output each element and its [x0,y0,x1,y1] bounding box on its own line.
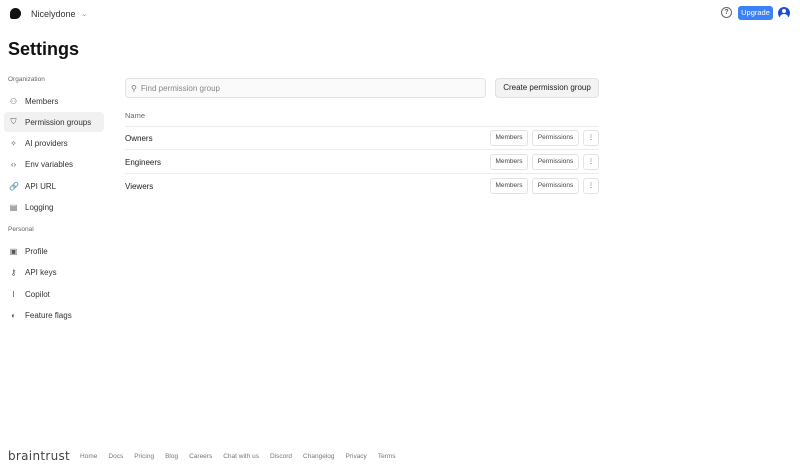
scroll-icon: ▤ [9,202,18,212]
group-name: Engineers [125,157,162,167]
more-options-icon[interactable]: ⋮ [583,154,599,170]
sidebar-item-api-keys[interactable]: ⚷ API keys [4,262,104,282]
footer-link-chat-with-us[interactable]: Chat with us [223,453,259,460]
search-field[interactable]: ⚲ [125,78,486,98]
sidebar-item-label: API keys [25,267,57,277]
footer-link-careers[interactable]: Careers [189,453,212,460]
group-name: Viewers [125,181,154,191]
user-square-icon: ▣ [9,246,18,256]
search-icon: ⚲ [131,83,137,93]
sidebar-item-label: API URL [25,181,57,191]
footer-link-home[interactable]: Home [80,453,97,460]
create-permission-group-button[interactable]: Create permission group [495,78,599,98]
members-button[interactable]: Members [490,178,528,194]
group-name: Owners [125,133,153,143]
sidebar-item-feature-flags[interactable]: ◐ Feature flags [4,305,104,325]
org-name: Nicelydone [31,8,76,19]
divider [125,149,599,150]
footer-link-pricing[interactable]: Pricing [134,453,154,460]
shield-check-icon: ⛉ [10,117,17,126]
footer-link-docs[interactable]: Docs [108,453,123,460]
org-switcher[interactable]: Nicelydone ⌄ [8,6,87,21]
help-icon[interactable]: ? [721,7,732,18]
text-cursor-icon: I [12,289,15,299]
sidebar-section-label: Organization [8,76,45,83]
permissions-button[interactable]: Permissions [532,130,579,146]
chevron-down-icon: ⌄ [81,10,88,18]
sidebar-item-label: Logging [25,202,54,212]
column-header-name: Name [125,111,146,120]
sidebar-item-label: Members [25,96,59,106]
sidebar-section-label: Personal [8,226,34,233]
upgrade-button[interactable]: Upgrade [738,6,773,20]
sidebar-item-env-variables[interactable]: ‹› Env variables [4,154,104,174]
members-button[interactable]: Members [490,130,528,146]
org-logo-icon [10,8,21,19]
divider [125,173,599,174]
divider [125,126,599,127]
table-row: Engineers Members Permissions ⋮ [125,153,599,171]
more-options-icon[interactable]: ⋮ [583,130,599,146]
more-options-icon[interactable]: ⋮ [583,178,599,194]
sidebar-item-label: Env variables [25,159,74,169]
footer-link-changelog[interactable]: Changelog [303,453,334,460]
members-button[interactable]: Members [490,154,528,170]
sidebar-item-label: Feature flags [25,310,72,320]
permissions-button[interactable]: Permissions [532,178,579,194]
sidebar-item-copilot[interactable]: I Copilot [4,284,104,304]
sidebar-item-permission-groups[interactable]: ⛉ Permission groups [4,112,104,132]
permissions-button[interactable]: Permissions [532,154,579,170]
sparkle-icon: ✧ [10,138,17,148]
key-icon: ⚷ [10,267,17,277]
code-icon: ‹› [10,159,17,169]
sidebar-item-logging[interactable]: ▤ Logging [4,197,104,217]
sidebar-item-label: Permission groups [25,117,92,127]
link-icon: 🔗 [9,181,19,191]
footer-logo[interactable]: braintrust [8,449,70,463]
sidebar-item-label: Profile [25,246,48,256]
sidebar-item-api-url[interactable]: 🔗 API URL [4,176,104,196]
table-row: Owners Members Permissions ⋮ [125,129,599,147]
toggle-icon: ◐ [11,310,16,320]
footer-link-terms[interactable]: Terms [378,453,396,460]
sidebar-item-members[interactable]: ⚇ Members [4,91,104,111]
search-input[interactable] [140,83,461,93]
sidebar-item-label: Copilot [25,289,50,299]
footer-link-blog[interactable]: Blog [165,453,178,460]
footer-link-discord[interactable]: Discord [270,453,292,460]
sidebar-item-ai-providers[interactable]: ✧ AI providers [4,133,104,153]
sidebar-item-profile[interactable]: ▣ Profile [4,241,104,261]
sidebar-item-label: AI providers [25,138,68,148]
footer: braintrust Home Docs Pricing Blog Careers Cha… [8,449,407,463]
table-row: Viewers Members Permissions ⋮ [125,177,599,195]
footer-link-privacy[interactable]: Privacy [346,453,367,460]
avatar[interactable] [778,7,790,19]
users-icon: ⚇ [9,96,18,106]
page-title: Settings [8,39,80,59]
